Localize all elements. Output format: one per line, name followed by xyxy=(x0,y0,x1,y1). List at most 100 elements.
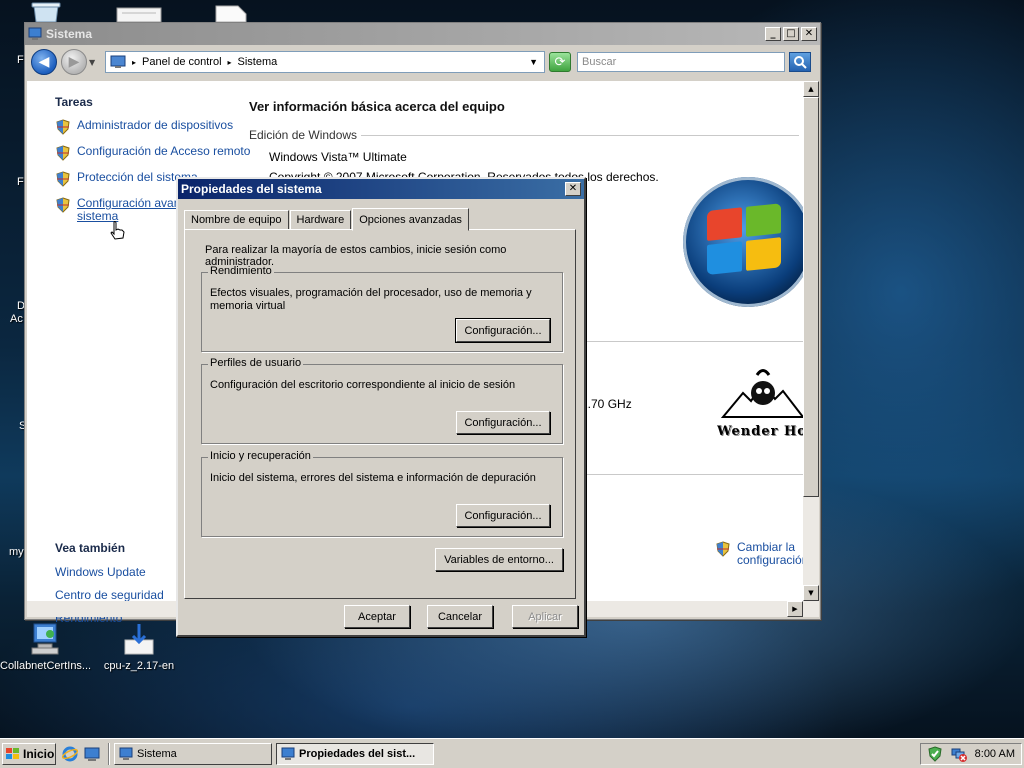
desktop-file-icon[interactable] xyxy=(116,6,162,23)
minimize-button[interactable]: _ xyxy=(765,27,781,41)
desktop-label-fragment: Ac xyxy=(10,313,23,325)
search-icon[interactable] xyxy=(789,52,811,72)
startup-recovery-description: Inicio del sistema, errores del sistema … xyxy=(210,472,536,484)
startup-recovery-settings-button[interactable]: Configuración... xyxy=(456,504,550,527)
scroll-thumb[interactable] xyxy=(803,97,819,497)
dialog-tabs: Nombre de equipo Hardware Opciones avanz… xyxy=(184,207,470,231)
see-also-section: Vea también Windows Update Centro de seg… xyxy=(55,541,164,634)
tab-computer-name[interactable]: Nombre de equipo xyxy=(184,210,289,230)
search-placeholder: Buscar xyxy=(582,56,617,68)
page-title: Ver información básica acerca del equipo xyxy=(249,99,505,114)
security-shield-icon[interactable] xyxy=(927,745,943,762)
breadcrumb-system[interactable]: Sistema xyxy=(238,56,278,68)
performance-group: Rendimiento Efectos visuales, programaci… xyxy=(201,265,563,352)
startup-recovery-legend: Inicio y recuperación xyxy=(208,450,313,462)
history-dropdown-icon[interactable]: ▼ xyxy=(89,58,99,67)
maximize-button[interactable]: □ xyxy=(783,27,799,41)
desktop-icon-label: CollabnetCertIns... xyxy=(0,660,92,672)
task-link-device-manager[interactable]: Administrador de dispositivos xyxy=(55,119,255,135)
computer-icon xyxy=(281,747,295,761)
refresh-button[interactable]: ⟳ xyxy=(549,52,571,72)
address-bar[interactable]: ▸ Panel de control ▸ Sistema ▼ xyxy=(105,51,545,73)
address-dropdown-icon[interactable]: ▼ xyxy=(529,57,538,67)
cancel-button[interactable]: Cancelar xyxy=(427,605,493,628)
ok-button[interactable]: Aceptar xyxy=(344,605,410,628)
vertical-scrollbar[interactable]: ▲ ▼ xyxy=(803,81,819,601)
windows-flag-icon xyxy=(6,747,20,760)
system-info-pane: Ver información básica acerca del equipo… xyxy=(249,99,799,184)
recycle-bin-icon[interactable] xyxy=(28,2,64,23)
task-link-label[interactable]: Configuración de Acceso remoto xyxy=(77,145,250,158)
computer-icon xyxy=(28,27,42,41)
taskbar-separator xyxy=(108,742,110,765)
user-profiles-description: Configuración del escritorio correspondi… xyxy=(210,379,516,391)
see-also-heading: Vea también xyxy=(55,541,126,555)
processor-speed: 2.70 GHz xyxy=(581,397,632,411)
task-link-label[interactable]: Administrador de dispositivos xyxy=(77,119,233,132)
taskbar-button-label: Sistema xyxy=(137,747,177,760)
dialog-titlebar[interactable]: Propiedades del sistema ✕ xyxy=(178,179,584,199)
forward-button[interactable]: ▶ xyxy=(61,49,87,75)
system-properties-dialog: Propiedades del sistema ✕ Nombre de equi… xyxy=(176,177,586,637)
edition-group-label: Edición de Windows xyxy=(249,128,358,142)
taskbar-button-sistema[interactable]: Sistema xyxy=(114,742,272,765)
scroll-up-icon[interactable]: ▲ xyxy=(803,81,819,97)
shield-icon xyxy=(55,197,71,213)
desktop-label-fragment: my xyxy=(9,546,24,558)
taskbar-button-label: Propiedades del sist... xyxy=(299,747,416,760)
change-settings-line: configuración xyxy=(737,553,809,567)
shield-icon xyxy=(55,119,71,135)
scroll-down-icon[interactable]: ▼ xyxy=(803,585,819,601)
breadcrumb-separator-icon[interactable]: ▸ xyxy=(228,58,232,67)
user-profiles-group: Perfiles de usuario Configuración del es… xyxy=(201,357,563,444)
back-button[interactable]: ◀ xyxy=(31,49,57,75)
performance-description: Efectos visuales, programación del proce… xyxy=(210,287,532,312)
tasks-heading: Tareas xyxy=(55,95,93,109)
window-title: Sistema xyxy=(46,27,93,41)
desktop-label-fragment: F xyxy=(17,54,24,66)
breadcrumb-control-panel[interactable]: Panel de control xyxy=(142,56,222,68)
apply-button[interactable]: Aplicar xyxy=(512,605,578,628)
task-link-remote-access[interactable]: Configuración de Acceso remoto xyxy=(55,145,255,161)
hand-cursor-icon xyxy=(109,221,125,241)
system-window-titlebar[interactable]: Sistema _ □ ✕ xyxy=(25,23,820,45)
clock[interactable]: 8:00 AM xyxy=(975,748,1015,760)
dialog-title: Propiedades del sistema xyxy=(181,182,322,196)
desktop-label-fragment: F xyxy=(17,176,24,188)
advanced-tab-panel: Para realizar la mayoría de estos cambio… xyxy=(184,229,576,599)
breadcrumb-separator-icon[interactable]: ▸ xyxy=(132,58,136,67)
desktop-icon-label: cpu-z_2.17-en xyxy=(103,660,175,672)
computer-icon xyxy=(119,747,133,761)
dialog-close-button[interactable]: ✕ xyxy=(565,182,581,196)
navigation-bar: ◀ ▶ ▼ ▸ Panel de control ▸ Sistema ▼ ⟳ B… xyxy=(27,47,818,77)
oem-brand-text: Wender Ho xyxy=(717,424,807,439)
see-also-security-center[interactable]: Centro de seguridad xyxy=(55,588,164,602)
windows-flag-icon xyxy=(707,203,783,277)
tab-advanced[interactable]: Opciones avanzadas xyxy=(352,208,469,231)
show-desktop-icon[interactable] xyxy=(84,746,100,762)
desktop-document-icon[interactable] xyxy=(214,4,248,23)
network-warning-icon[interactable] xyxy=(951,746,967,762)
taskbar-button-propiedades[interactable]: Propiedades del sist... xyxy=(276,742,434,765)
internet-explorer-icon[interactable] xyxy=(61,746,79,762)
see-also-windows-update[interactable]: Windows Update xyxy=(55,565,164,579)
section-divider xyxy=(587,474,803,475)
taskbar: Inicio Sistema Propiedades del sist... 8… xyxy=(0,738,1024,768)
search-input[interactable]: Buscar xyxy=(577,52,785,72)
shield-icon xyxy=(715,541,731,557)
environment-variables-button[interactable]: Variables de entorno... xyxy=(435,548,563,571)
start-button[interactable]: Inicio xyxy=(2,742,56,765)
system-tray: 8:00 AM xyxy=(919,742,1022,765)
close-button[interactable]: ✕ xyxy=(801,27,817,41)
user-profiles-settings-button[interactable]: Configuración... xyxy=(456,411,550,434)
scroll-right-icon[interactable]: ▶ xyxy=(787,601,803,617)
change-settings-label[interactable]: Cambiar la configuración xyxy=(737,541,808,567)
section-divider xyxy=(587,341,803,342)
edition-name: Windows Vista™ Ultimate xyxy=(269,150,407,164)
edition-group-title: Edición de Windows xyxy=(249,128,799,142)
tab-hardware[interactable]: Hardware xyxy=(289,210,352,230)
change-settings-line: Cambiar la xyxy=(737,540,796,554)
start-label: Inicio xyxy=(23,746,55,761)
change-settings-link[interactable]: Cambiar la configuración xyxy=(715,541,808,567)
performance-settings-button[interactable]: Configuración... xyxy=(455,318,551,343)
